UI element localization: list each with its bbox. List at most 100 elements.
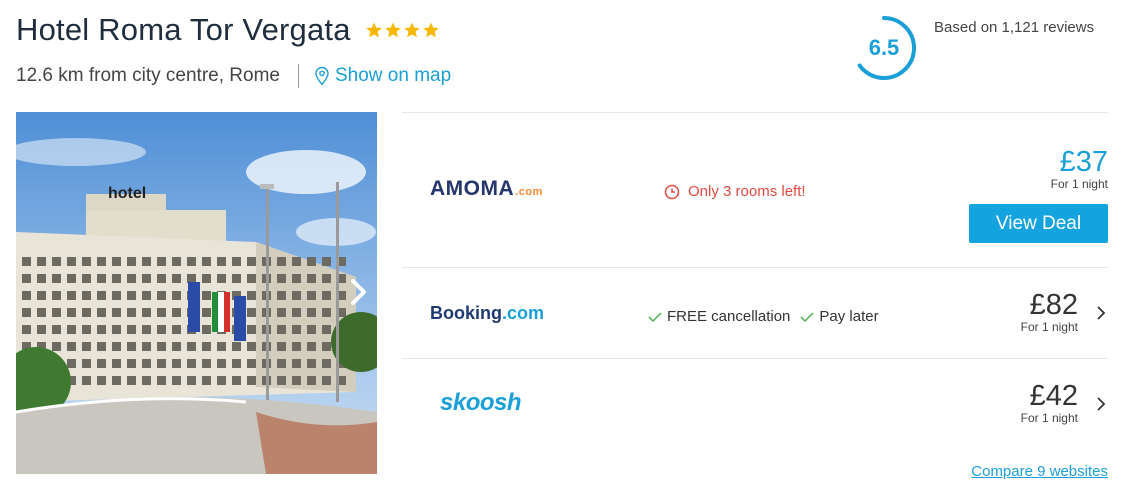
view-deal-button[interactable]: View Deal [969,204,1108,243]
building-window [37,274,46,283]
building-window [322,376,331,385]
chevron-right-icon[interactable] [1096,396,1106,412]
building-window [157,342,166,351]
building-window [322,325,331,334]
amoma-logo-text: AMOMA [430,177,515,200]
building-window [232,274,241,283]
building-window [247,359,256,368]
building-window [37,291,46,300]
building-window [292,274,301,283]
amoma-logo: AMOMA .com [430,177,543,201]
building-window [247,291,256,300]
building-window [157,308,166,317]
building-window [307,325,316,334]
building-window [277,325,286,334]
building-window [112,359,121,368]
building-window [187,257,196,266]
building-window [22,257,31,266]
building-window [67,359,76,368]
building-window [82,359,91,368]
building-window [202,274,211,283]
building-window [232,359,241,368]
building-window [22,291,31,300]
price-block-booking: £82 For 1 night [1021,290,1078,334]
feature-free-cancellation: FREE cancellation [648,308,790,325]
building-window [187,274,196,283]
star-rating [365,21,440,39]
building-window [97,359,106,368]
deal-row-amoma[interactable]: AMOMA .com Only 3 rooms left! £37 For 1 n… [402,113,1108,267]
building-window [247,342,256,351]
building-window [292,308,301,317]
building-window [37,308,46,317]
building-window [277,342,286,351]
building-window [67,257,76,266]
building-window [202,308,211,317]
compare-websites-link[interactable]: Compare 9 websites [971,463,1108,480]
building-window [142,274,151,283]
building-window [82,325,91,334]
booking-logo-suffix: .com [502,303,545,323]
hotel-photo[interactable]: hotel [16,112,377,474]
building-window [277,274,286,283]
building-window [37,325,46,334]
building-window [97,342,106,351]
building-window [232,342,241,351]
chevron-right-icon[interactable] [1096,305,1106,321]
building-window [67,274,76,283]
building-window [217,376,226,385]
building-window [97,291,106,300]
building-window [247,325,256,334]
building-window [202,342,211,351]
price-booking: £82 [1029,289,1078,321]
building-window [307,257,316,266]
clock-icon [664,184,680,199]
building-window [232,257,241,266]
building-window [322,359,331,368]
divider [297,64,299,88]
star-icon [365,22,382,38]
building-window [172,325,181,334]
building-window [202,359,211,368]
building-window [142,308,151,317]
building-window [202,257,211,266]
building-window [322,308,331,317]
building-window [277,376,286,385]
building-window [322,257,331,266]
building-window [322,274,331,283]
building-window [142,257,151,266]
building-window [172,291,181,300]
building-window [172,274,181,283]
building-window [127,376,136,385]
building-window [292,325,301,334]
building-window [82,342,91,351]
hotel-photo-image: hotel [16,112,377,474]
building-window [82,376,91,385]
building-window [142,291,151,300]
building-window [157,257,166,266]
building-window [127,308,136,317]
building-window [172,342,181,351]
building-window [172,308,181,317]
rating-gauge: 6.5 [852,13,922,83]
building-window [112,274,121,283]
feature-pay-later: Pay later [800,308,879,325]
skoosh-logo: skoosh [440,389,522,416]
photo-next-arrow-icon[interactable] [348,277,370,307]
building-window [247,274,256,283]
building-window [322,291,331,300]
building-window [292,342,301,351]
building-window [292,376,301,385]
booking-logo-text: Booking [430,303,502,323]
building-window [97,274,106,283]
building-window [52,257,61,266]
show-on-map-link[interactable]: Show on map [313,65,451,87]
building-window [97,325,106,334]
building-window [97,376,106,385]
deal-row-booking[interactable]: Booking.com FREE cancellation Pay later … [402,268,1108,358]
deal-row-skoosh[interactable]: skoosh £42 For 1 night [402,359,1108,451]
booking-logo: Booking.com [430,303,544,324]
building-window [67,325,76,334]
building-window [142,325,151,334]
building-window [217,359,226,368]
